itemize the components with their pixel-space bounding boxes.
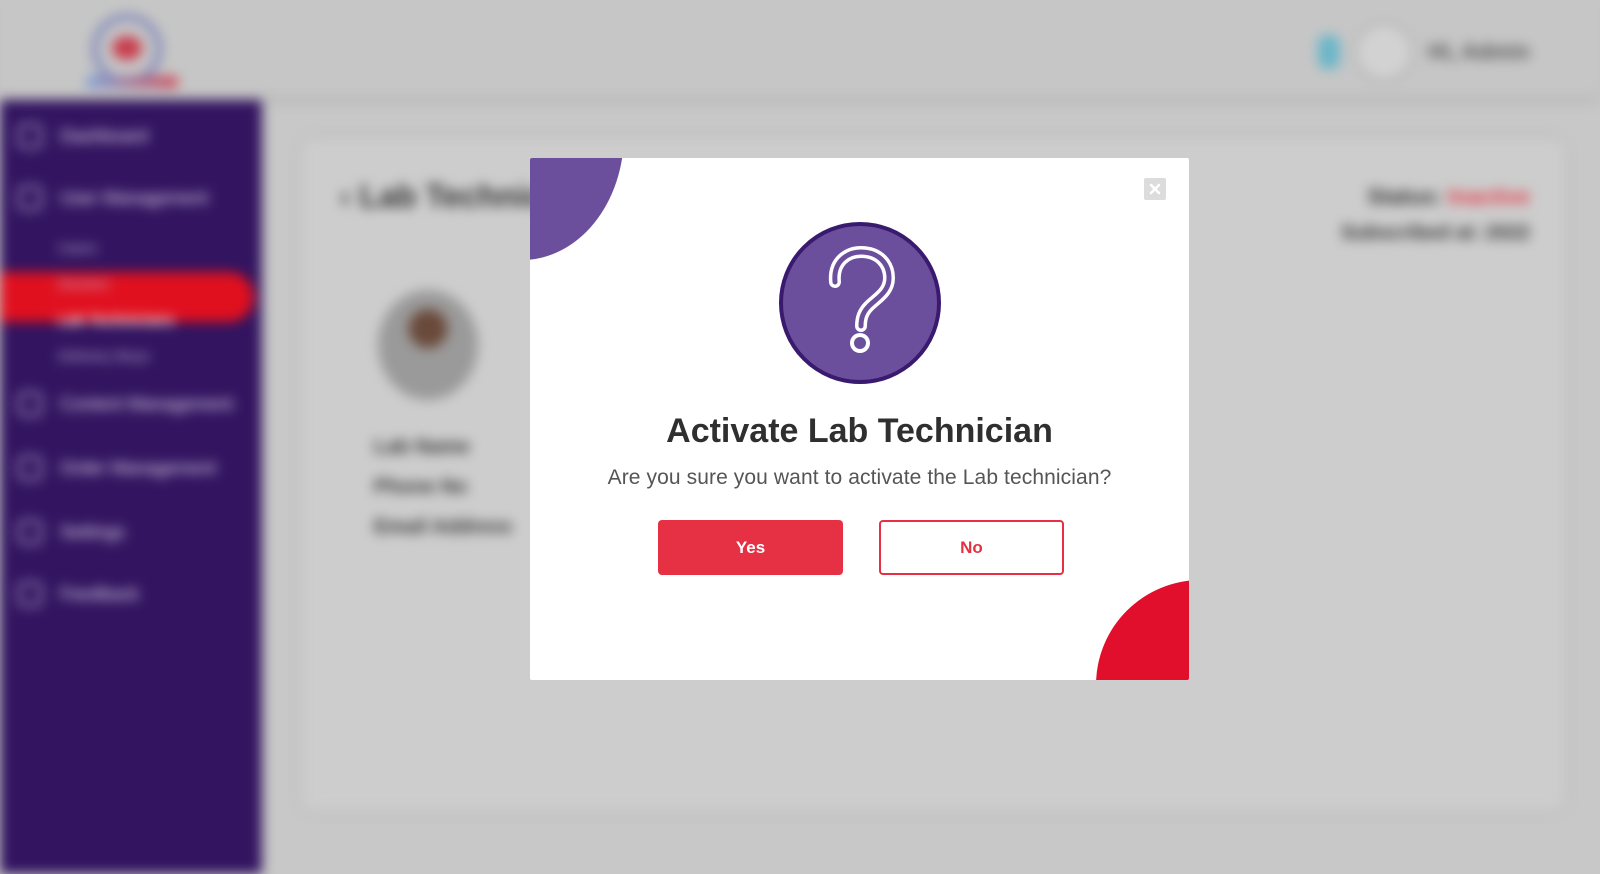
sidebar-item-settings[interactable]: Settings — [18, 520, 125, 544]
notification-icon[interactable] — [1318, 35, 1341, 69]
close-icon — [1149, 183, 1161, 195]
sidebar-item-content-management[interactable]: Content Management — [18, 392, 233, 416]
user-area: Hi, Admin — [1318, 22, 1530, 82]
decorative-blob-top-left — [530, 158, 624, 260]
sidebar-subitem-lab-technicians[interactable]: Lab Technicians — [58, 312, 174, 329]
sidebar-subitem-delivery-boys[interactable]: Delivery Boys — [58, 348, 150, 365]
users-icon — [18, 186, 42, 210]
content-icon — [18, 392, 42, 416]
sidebar-subitem-doctors[interactable]: Doctors — [58, 276, 110, 293]
sidebar-item-order-management[interactable]: Order Management — [18, 456, 216, 480]
sidebar-item-user-management[interactable]: User Management — [18, 186, 208, 210]
modal-title: Activate Lab Technician — [666, 412, 1053, 450]
decorative-blob-bottom-right — [1096, 580, 1189, 680]
sidebar-item-dashboard[interactable]: Dashboard — [18, 124, 148, 148]
avatar[interactable] — [1354, 22, 1415, 82]
sidebar — [0, 100, 262, 874]
sidebar-item-feedback[interactable]: Feedback — [18, 582, 139, 606]
top-bar: Hi, Admin — [0, 0, 1600, 96]
order-icon — [18, 456, 42, 480]
yes-button[interactable]: Yes — [658, 520, 843, 575]
sidebar-subitem-users[interactable]: Users — [58, 240, 97, 257]
info-lab-name: Lab Name — [374, 436, 470, 458]
activate-confirm-modal: Activate Lab Technician Are you sure you… — [530, 158, 1189, 680]
question-mark-icon — [779, 222, 941, 384]
info-email: Email Address — [374, 516, 513, 538]
close-button[interactable] — [1144, 178, 1166, 200]
profile-photo — [378, 290, 478, 400]
status-row: Status: Inactive — [1367, 184, 1530, 209]
user-greeting: Hi, Admin — [1428, 39, 1530, 64]
subscription-info: Subscribed at: 2022 — [1341, 222, 1530, 244]
no-button[interactable]: No — [879, 520, 1064, 575]
status-badge: Inactive — [1448, 184, 1530, 209]
info-phone: Phone No — [374, 476, 468, 498]
back-arrow-icon[interactable]: ‹ — [340, 178, 360, 214]
app-logo — [82, 14, 178, 90]
feedback-icon — [18, 582, 42, 606]
gear-icon — [18, 520, 42, 544]
dashboard-icon — [18, 124, 42, 148]
modal-message: Are you sure you want to activate the La… — [607, 466, 1112, 489]
